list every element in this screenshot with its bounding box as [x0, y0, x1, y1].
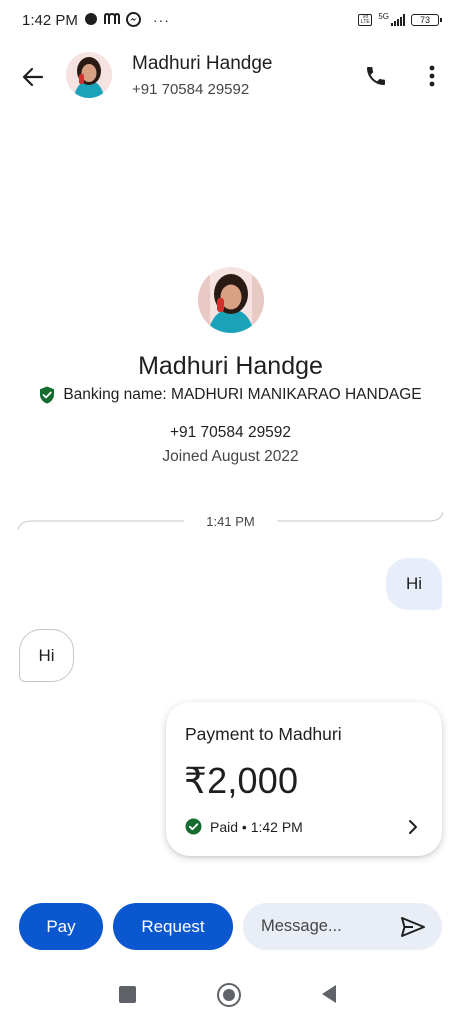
message-text: Hi: [38, 645, 55, 665]
request-button[interactable]: Request: [113, 903, 233, 950]
signal-icon: [391, 14, 405, 26]
banking-name-row: Banking name: MADHURI MANIKARAO HANDAGE: [0, 386, 461, 404]
profile-avatar: [198, 267, 264, 333]
app-bar: Madhuri Handge +91 70584 29592: [0, 44, 461, 110]
payment-status: Paid • 1:42 PM: [210, 818, 303, 835]
pay-button[interactable]: Pay: [19, 903, 103, 950]
nav-back-button[interactable]: [320, 984, 338, 1004]
recents-button[interactable]: [119, 986, 136, 1003]
message-input[interactable]: [261, 903, 391, 950]
status-right: Vo LTE 5G 73: [358, 11, 442, 26]
header-contact-name: Madhuri Handge: [132, 53, 273, 74]
messenger-icon: [125, 11, 141, 29]
more-options-button[interactable]: [420, 62, 444, 90]
status-left: 1:42 PM ···: [22, 11, 170, 29]
profile-name: Madhuri Handge: [138, 352, 323, 380]
send-button[interactable]: [399, 914, 427, 940]
profile-phone: +91 70584 29592: [169, 424, 292, 441]
verified-shield-icon: [40, 386, 55, 404]
network-type: 5G: [378, 11, 389, 21]
home-button[interactable]: [217, 983, 241, 1007]
whatsapp-icon: [84, 12, 98, 28]
check-circle-icon: [185, 818, 202, 835]
gmail-m-icon: [103, 12, 120, 27]
battery-icon: 73: [411, 14, 442, 26]
battery-level: 73: [419, 15, 430, 25]
payment-title: Payment to Madhuri: [185, 724, 342, 744]
contact-avatar[interactable]: [66, 52, 112, 98]
message-text: Hi: [405, 574, 423, 593]
profile-joined-date: Joined August 2022: [162, 448, 299, 465]
back-button[interactable]: [20, 64, 46, 90]
time-divider: 1:41 PM: [18, 508, 443, 534]
banking-name: Banking name: MADHURI MANIKARAO HANDAGE: [63, 386, 422, 403]
status-bar: 1:42 PM ··· Vo LTE 5G 73: [0, 0, 461, 40]
home-dot-icon: [223, 989, 235, 1001]
message-compose-box: [243, 903, 442, 950]
more-notifications-indicator: ···: [152, 12, 170, 28]
header-contact-phone: +91 70584 29592: [132, 81, 250, 98]
payment-card[interactable]: Payment to Madhuri ₹2,000 Paid • 1:42 PM: [166, 702, 442, 856]
volte-badge: Vo LTE: [358, 14, 373, 26]
call-button[interactable]: [362, 62, 390, 90]
incoming-message-bubble[interactable]: Hi: [19, 629, 74, 682]
payment-amount: ₹2,000: [184, 760, 299, 801]
chevron-right-icon: [409, 820, 417, 834]
phone-icon: [367, 67, 385, 85]
outgoing-message-bubble[interactable]: Hi: [386, 558, 442, 610]
payment-status-row: Paid • 1:42 PM: [185, 818, 303, 835]
system-nav-bar: [0, 970, 461, 1024]
divider-time: 1:41 PM: [206, 514, 255, 529]
more-vert-icon: [429, 65, 435, 87]
arrow-left-icon: [22, 67, 44, 87]
send-icon: [401, 917, 425, 937]
status-time: 1:42 PM: [22, 11, 78, 29]
